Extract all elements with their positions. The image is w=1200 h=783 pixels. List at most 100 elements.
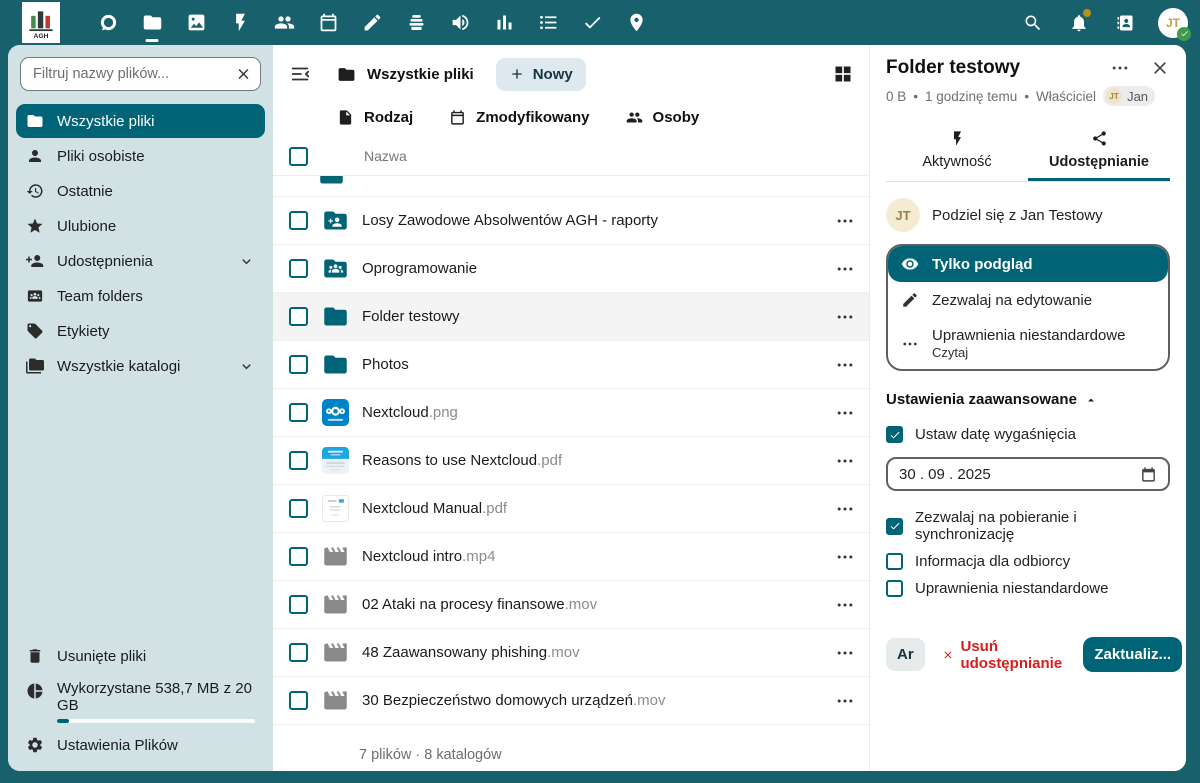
user-avatar[interactable]: JT	[1158, 8, 1188, 38]
table-row[interactable]: Photos	[273, 341, 869, 389]
agh-logo[interactable]: AGH	[22, 2, 60, 43]
archive-button[interactable]: Ar	[886, 638, 925, 671]
table-row[interactable]: Nextcloud intro.mp4	[273, 533, 869, 581]
app-activity[interactable]	[218, 0, 262, 45]
app-tasks[interactable]	[526, 0, 570, 45]
row-checkbox[interactable]	[289, 595, 308, 614]
sidebar-item-pliki-osobiste[interactable]: Pliki osobiste	[16, 139, 265, 173]
unified-search-button[interactable]	[1014, 0, 1052, 45]
row-checkbox[interactable]	[289, 451, 308, 470]
app-notes[interactable]	[350, 0, 394, 45]
app-deck[interactable]	[394, 0, 438, 45]
app-contacts[interactable]	[262, 0, 306, 45]
file-name[interactable]: Reasons to use Nextcloud.pdf	[362, 452, 562, 469]
sidebar-item-ulubione[interactable]: Ulubione	[16, 209, 265, 243]
file-name[interactable]: Oprogramowanie	[362, 260, 477, 277]
close-icon[interactable]	[1150, 58, 1170, 78]
share-option-uprawnienia-niestandardowe[interactable]: Uprawnienia niestandardowe Czytaj	[888, 318, 1168, 369]
expiration-date-field[interactable]: 30 . 09 . 2025	[886, 457, 1170, 491]
name-column-header[interactable]: Nazwa	[364, 148, 407, 164]
select-all-checkbox[interactable]	[289, 147, 308, 166]
contacts-menu-button[interactable]	[1106, 0, 1144, 45]
row-actions-icon[interactable]	[835, 211, 855, 231]
owner-chip[interactable]: JT Jan	[1103, 86, 1155, 106]
advanced-settings-toggle[interactable]: Ustawienia zaawansowane	[886, 391, 1170, 408]
table-row[interactable]: Nextcloud.png	[273, 389, 869, 437]
app-calendar[interactable]	[306, 0, 350, 45]
breadcrumb[interactable]: Wszystkie pliki	[337, 65, 474, 84]
row-actions-icon[interactable]	[835, 355, 855, 375]
sidebar-item-ostatnie[interactable]: Ostatnie	[16, 174, 265, 208]
row-checkbox[interactable]	[289, 355, 308, 374]
sidebar-item-udoste-pnienia[interactable]: Udostępnienia	[16, 244, 265, 278]
table-row[interactable]: 48 Zaawansowany phishing.mov	[273, 629, 869, 677]
table-row[interactable]: Losy Zawodowe Absolwentów AGH - raporty	[273, 197, 869, 245]
row-actions-icon[interactable]	[835, 499, 855, 519]
sidebar-item-quota[interactable]: Wykorzystane 538,7 MB z 20 GB	[16, 674, 265, 727]
remove-share-button[interactable]: Usuń udostępnianie	[942, 638, 1067, 672]
sidebar-item-team-folders[interactable]: Team folders	[16, 279, 265, 313]
row-actions-icon[interactable]	[835, 547, 855, 567]
share-option-zezwalaj-na-edytowanie[interactable]: Zezwalaj na edytowanie	[888, 282, 1168, 318]
row-checkbox[interactable]	[289, 307, 308, 326]
app-announcements[interactable]	[438, 0, 482, 45]
row-actions-icon[interactable]	[835, 691, 855, 711]
row-checkbox[interactable]	[289, 211, 308, 230]
advanced-option-informacja-dla-odbiorcy[interactable]: Informacja dla odbiorcy	[886, 553, 1170, 570]
file-name[interactable]: 48 Zaawansowany phishing.mov	[362, 644, 580, 661]
panel-actions-icon[interactable]	[1110, 58, 1130, 78]
filter-chip-rodzaj[interactable]: Rodzaj	[337, 109, 413, 126]
filter-input[interactable]	[20, 57, 261, 91]
update-share-button[interactable]: Zaktualiz...	[1083, 637, 1182, 672]
row-actions-icon[interactable]	[835, 259, 855, 279]
checkbox-checked[interactable]	[886, 518, 903, 535]
chevron-down-icon[interactable]	[238, 253, 255, 270]
file-name[interactable]: Nextcloud Manual.pdf	[362, 500, 507, 517]
notifications-button[interactable]	[1060, 0, 1098, 45]
filter-chip-zmodyfikowany[interactable]: Zmodyfikowany	[449, 109, 589, 126]
row-checkbox[interactable]	[289, 259, 308, 278]
share-option-tylko-podgla-d[interactable]: Tylko podgląd	[888, 246, 1168, 282]
row-actions-icon[interactable]	[835, 403, 855, 423]
row-actions-icon[interactable]	[835, 643, 855, 663]
table-row[interactable]: Folder testowy	[273, 293, 869, 341]
table-row[interactable]: Reasons to use Nextcloud.pdf	[273, 437, 869, 485]
advanced-option-ustaw-date-wygasnie-cia[interactable]: Ustaw datę wygaśnięcia	[886, 426, 1170, 443]
advanced-option-uprawnienia-niestandardowe[interactable]: Uprawnienia niestandardowe	[886, 580, 1170, 597]
app-photos[interactable]	[174, 0, 218, 45]
chevron-down-icon[interactable]	[238, 358, 255, 375]
filter-chip-osoby[interactable]: Osoby	[626, 109, 700, 126]
advanced-option-zezwalaj-na-pobieranie-i-synchronizacje[interactable]: Zezwalaj na pobieranie i synchronizację	[886, 509, 1170, 543]
table-row[interactable]: 02 Ataki na procesy finansowe.mov	[273, 581, 869, 629]
sidebar-item-wszystkie-katalogi[interactable]: Wszystkie katalogi	[16, 349, 265, 383]
file-name[interactable]: Nextcloud.png	[362, 404, 458, 421]
table-row[interactable]: Oprogramowanie	[273, 245, 869, 293]
row-checkbox[interactable]	[289, 547, 308, 566]
app-maps[interactable]	[614, 0, 658, 45]
checkbox-unchecked[interactable]	[886, 553, 903, 570]
sidebar-item-deleted-files[interactable]: Usunięte pliki	[16, 639, 265, 673]
row-actions-icon[interactable]	[835, 307, 855, 327]
collapse-sidebar-icon[interactable]	[289, 63, 311, 85]
app-files[interactable]	[130, 0, 174, 45]
row-checkbox[interactable]	[289, 643, 308, 662]
file-name[interactable]: Losy Zawodowe Absolwentów AGH - raporty	[362, 212, 658, 229]
clear-filter-icon[interactable]	[235, 66, 252, 83]
row-actions-icon[interactable]	[835, 595, 855, 615]
sidebar-item-wszystkie-pliki[interactable]: Wszystkie pliki	[16, 104, 265, 138]
checkbox-checked[interactable]	[886, 426, 903, 443]
row-actions-icon[interactable]	[835, 451, 855, 471]
app-forms[interactable]	[570, 0, 614, 45]
row-checkbox[interactable]	[289, 691, 308, 710]
file-name[interactable]: Nextcloud intro.mp4	[362, 548, 495, 565]
file-name[interactable]: 30 Bezpieczeństwo domowych urządzeń.mov	[362, 692, 666, 709]
row-checkbox[interactable]	[289, 499, 308, 518]
file-name[interactable]: Photos	[362, 356, 409, 373]
file-name[interactable]: 02 Ataki na procesy finansowe.mov	[362, 596, 597, 613]
checkbox-unchecked[interactable]	[886, 580, 903, 597]
grid-view-toggle-icon[interactable]	[833, 64, 853, 84]
sidebar-item-files-settings[interactable]: Ustawienia Plików	[16, 728, 265, 762]
table-row[interactable]: 30 Bezpieczeństwo domowych urządzeń.mov	[273, 677, 869, 725]
new-button[interactable]: Nowy	[496, 58, 586, 91]
tab-activity[interactable]: Aktywność	[886, 122, 1028, 181]
